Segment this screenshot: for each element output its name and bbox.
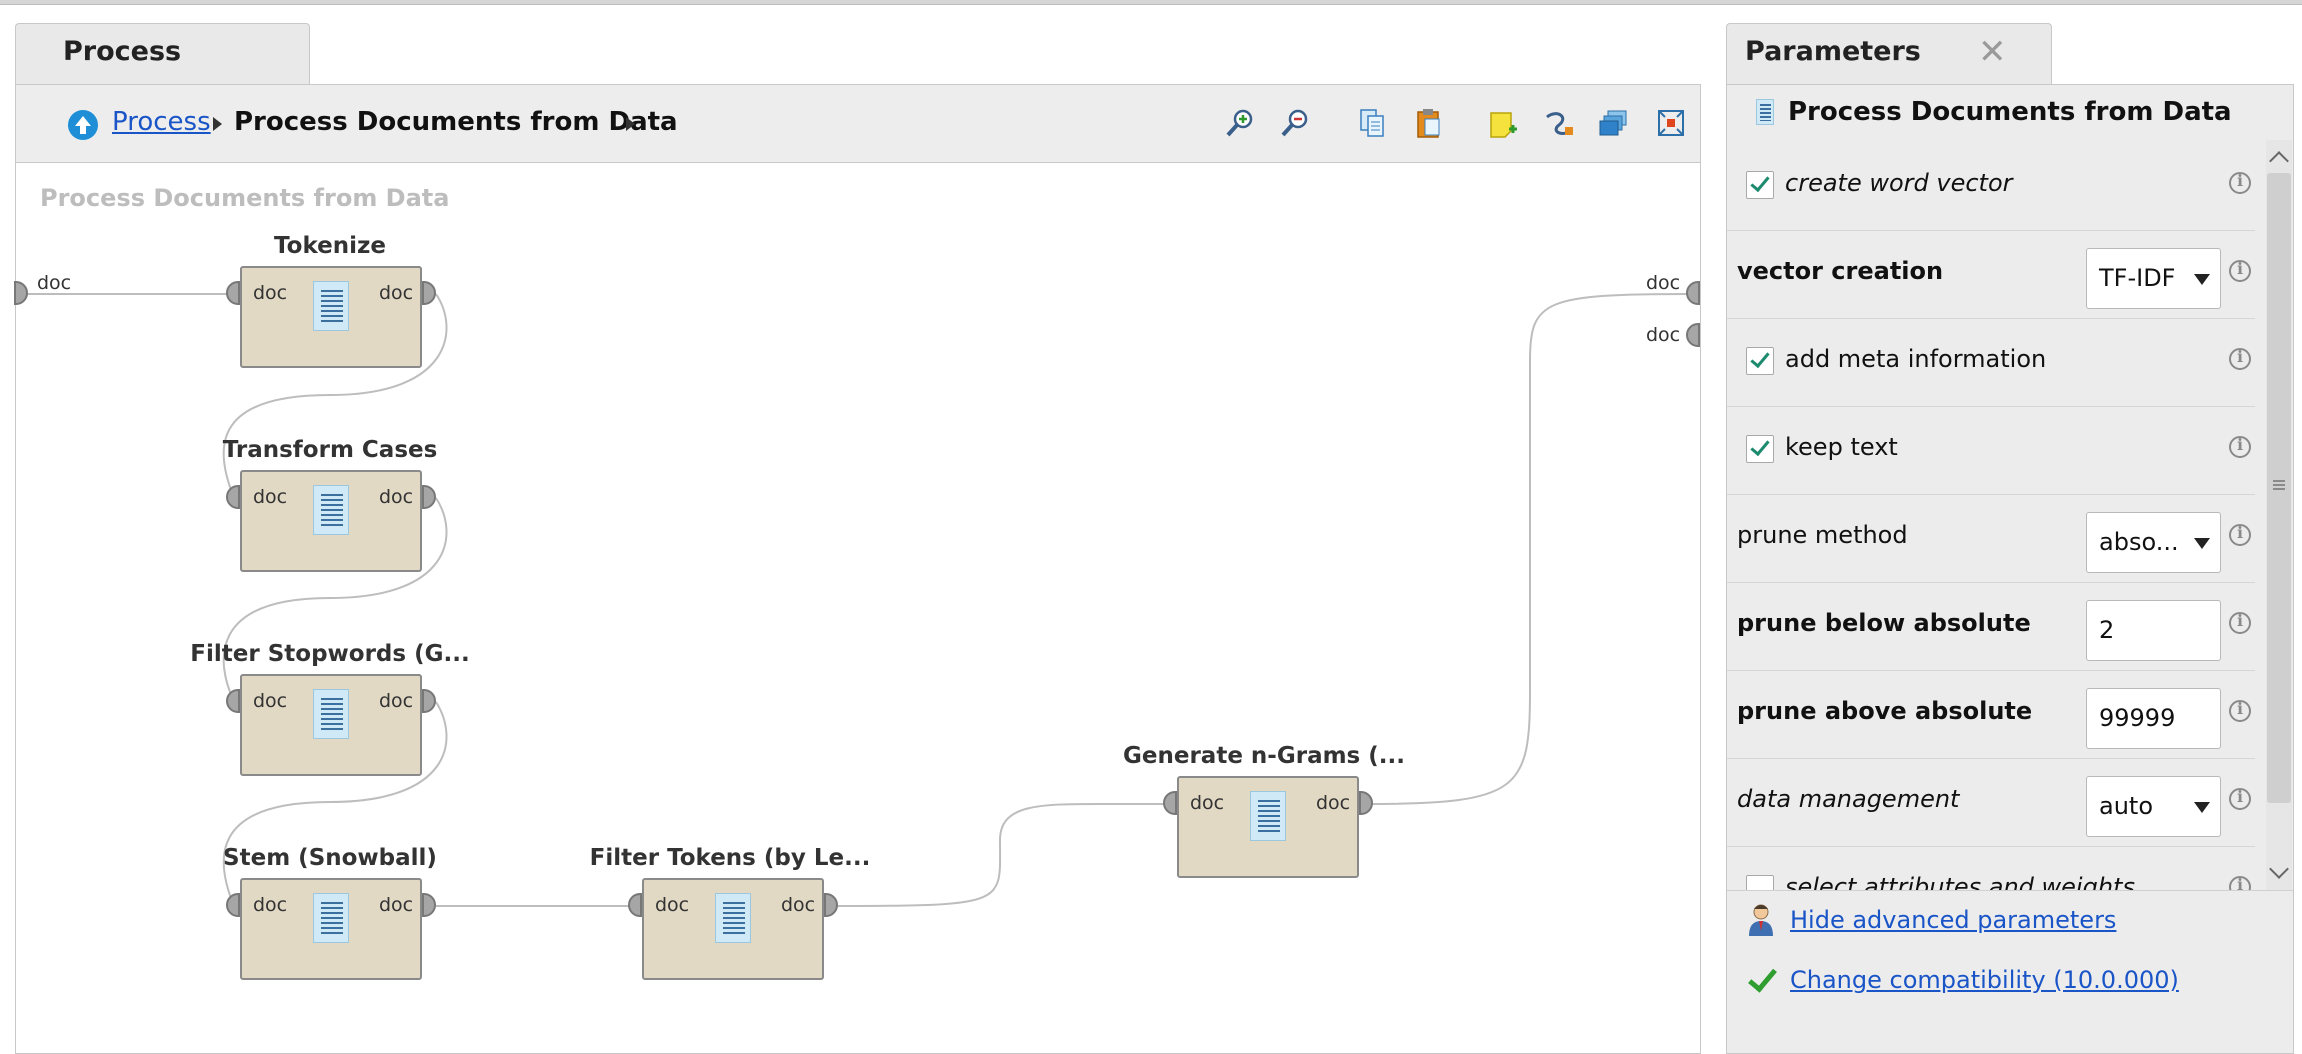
data-management-value: auto	[2099, 792, 2154, 820]
param-keep-text: keep text	[1727, 406, 2255, 495]
add-meta-information-checkbox[interactable]	[1746, 347, 1774, 375]
info-icon[interactable]	[2229, 523, 2251, 546]
param-data-management: data management auto	[1727, 758, 2255, 847]
process-input-port-label: doc	[37, 272, 72, 294]
operator-filter-stopwords-in-label: doc	[253, 690, 288, 712]
operator-generate-ngrams-out-label: doc	[1316, 792, 1351, 814]
operator-filter-stopwords-name: Filter Stopwords (G...	[190, 641, 470, 667]
param-label: data management	[1737, 785, 1960, 813]
info-icon[interactable]	[2229, 699, 2251, 722]
document-icon	[313, 281, 349, 331]
info-icon[interactable]	[2229, 259, 2251, 282]
operator-generate-ngrams-name: Generate n-Grams (...	[1123, 743, 1405, 769]
param-prune-above-absolute: prune above absolute 99999	[1727, 670, 2255, 759]
operator-stem-out-label: doc	[379, 894, 414, 916]
info-icon[interactable]	[2229, 171, 2251, 194]
checkmark-icon	[1746, 966, 1776, 990]
prune-method-value: abso...	[2099, 528, 2179, 556]
param-add-meta-information: add meta information	[1727, 318, 2255, 407]
param-prune-method: prune method abso...	[1727, 494, 2255, 583]
document-icon	[1250, 791, 1286, 841]
process-output-port-1-label: doc	[1646, 272, 1681, 294]
vector-creation-select[interactable]: TF-IDF	[2086, 248, 2221, 309]
create-word-vector-checkbox[interactable]	[1746, 171, 1774, 199]
parameters-operator-name: Process Documents from Data	[1788, 97, 2232, 127]
data-management-select[interactable]: auto	[2086, 776, 2221, 837]
document-icon	[1756, 99, 1774, 125]
close-icon[interactable]: ✕	[1978, 32, 2007, 72]
info-icon[interactable]	[2229, 347, 2251, 370]
change-compatibility-link[interactable]: Change compatibility (10.0.000)	[1790, 966, 2179, 994]
tab-parameters-label[interactable]: Parameters	[1745, 36, 1921, 67]
prune-method-select[interactable]: abso...	[2086, 512, 2221, 573]
param-select-attributes-and-weights: select attributes and weights	[1727, 846, 2255, 890]
chevron-down-icon	[2194, 274, 2210, 285]
chevron-down-icon	[2194, 538, 2210, 549]
document-icon	[313, 893, 349, 943]
process-output-port-2-label: doc	[1646, 324, 1681, 346]
operator-filter-tokens-name: Filter Tokens (by Le...	[589, 845, 871, 871]
prune-below-absolute-input[interactable]: 2	[2086, 600, 2221, 661]
param-vector-creation: vector creation TF-IDF	[1727, 230, 2255, 319]
document-icon	[313, 689, 349, 739]
param-label: vector creation	[1737, 257, 1944, 285]
param-create-word-vector: create word vector	[1727, 142, 2255, 231]
info-icon[interactable]	[2229, 875, 2251, 890]
info-icon[interactable]	[2229, 787, 2251, 810]
keep-text-checkbox[interactable]	[1746, 435, 1774, 463]
document-icon	[715, 893, 751, 943]
info-icon[interactable]	[2229, 435, 2251, 458]
param-label: add meta information	[1785, 345, 2047, 373]
select-attributes-and-weights-checkbox[interactable]	[1746, 875, 1774, 890]
param-label: prune below absolute	[1737, 609, 2031, 637]
operator-tokenize-in-label: doc	[253, 282, 288, 304]
grip-icon	[2273, 480, 2285, 492]
operator-tokenize-out-label: doc	[379, 282, 414, 304]
hide-advanced-parameters-link[interactable]: Hide advanced parameters	[1790, 906, 2116, 934]
operator-transform-cases-in-label: doc	[253, 486, 288, 508]
vector-creation-value: TF-IDF	[2099, 264, 2176, 292]
user-advanced-icon	[1749, 904, 1773, 936]
param-prune-below-absolute: prune below absolute 2	[1727, 582, 2255, 671]
parameters-list: create word vector vector creation TF-ID…	[1727, 138, 2263, 890]
operator-stem-in-label: doc	[253, 894, 288, 916]
param-label: prune above absolute	[1737, 697, 2033, 725]
divider	[1727, 890, 2293, 891]
operator-filter-tokens-out-label: doc	[781, 894, 816, 916]
param-label: create word vector	[1785, 169, 2013, 197]
operator-tokenize-name: Tokenize	[274, 233, 386, 259]
operator-filter-tokens-in-label: doc	[655, 894, 690, 916]
operator-transform-cases-name: Transform Cases	[222, 437, 438, 463]
prune-above-absolute-input[interactable]: 99999	[2086, 688, 2221, 749]
info-icon[interactable]	[2229, 611, 2251, 634]
param-label: select attributes and weights	[1785, 873, 2135, 890]
param-label: prune method	[1737, 521, 1908, 549]
operator-filter-stopwords-out-label: doc	[379, 690, 414, 712]
param-label: keep text	[1785, 433, 1898, 461]
operator-transform-cases-out-label: doc	[379, 486, 414, 508]
operator-generate-ngrams-in-label: doc	[1190, 792, 1225, 814]
chevron-down-icon	[2194, 802, 2210, 813]
document-icon	[313, 485, 349, 535]
operator-stem-name: Stem (Snowball)	[223, 845, 437, 871]
